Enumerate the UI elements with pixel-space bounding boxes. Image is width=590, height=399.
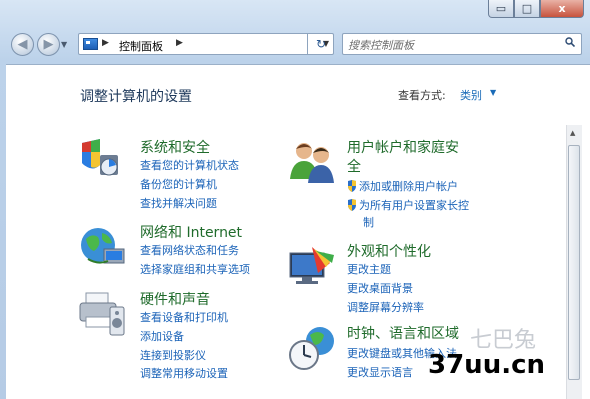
back-arrow-icon: ◀ [17,37,28,52]
link-change-desktop-background[interactable]: 更改桌面背景 [347,280,413,296]
category-network-title[interactable]: 网络和 Internet [140,222,242,242]
maximize-icon: □ [521,2,533,15]
category-appearance-title[interactable]: 外观和个性化 [347,241,431,261]
category-hardware-sound-title[interactable]: 硬件和声音 [140,289,210,309]
link-add-remove-accounts[interactable]: 添加或删除用户帐户 [347,178,458,194]
link-adjust-screen-resolution[interactable]: 调整屏幕分辨率 [347,299,424,315]
view-by-label: 查看方式: [398,89,446,102]
user-accounts-icon [290,143,334,183]
search-icon[interactable] [565,37,575,47]
link-parental-controls[interactable]: 为所有用户设置家长控 [347,197,469,213]
minimize-button[interactable]: ▭ [488,0,514,18]
forward-button[interactable]: ▶ [37,33,60,56]
refresh-icon: ↻ [315,37,327,51]
view-by-dropdown-icon[interactable]: ▼ [490,88,496,97]
appearance-personalization-icon [289,247,334,284]
printer-icon [79,292,125,336]
refresh-button[interactable]: ↻ [307,33,334,55]
breadcrumb-separator[interactable]: ▶ [176,38,183,48]
link-homegroup-sharing[interactable]: 选择家庭组和共享选项 [140,261,250,277]
scrollbar-thumb[interactable] [568,145,580,380]
watermark-text: 37uu.cn [428,350,545,380]
vertical-scrollbar[interactable]: ▲ [566,125,582,399]
category-system-security-title[interactable]: 系统和安全 [140,137,210,157]
forward-arrow-icon: ▶ [43,37,54,52]
search-input[interactable] [346,36,560,54]
link-add-device[interactable]: 添加设备 [140,328,184,344]
maximize-button[interactable]: □ [514,0,540,18]
link-parental-controls-cont[interactable]: 制 [363,214,374,230]
address-bar[interactable]: ▶ 控制面板 ▶ ▼ [78,33,334,55]
close-button[interactable]: x [540,0,584,18]
link-find-fix-problems[interactable]: 查找并解决问题 [140,195,217,211]
view-by-selector[interactable]: 类别 [460,87,482,103]
link-network-status[interactable]: 查看网络状态和任务 [140,242,239,258]
recent-pages-dropdown[interactable]: ▼ [61,40,67,49]
link-parental-controls-label: 为所有用户设置家长控 [359,199,469,212]
close-icon: x [558,2,566,15]
category-user-accounts-title[interactable]: 用户帐户和家庭安 [347,137,459,157]
minimize-icon: ▭ [495,2,507,15]
network-globe-icon [81,228,125,264]
link-add-remove-accounts-label: 添加或删除用户帐户 [359,180,458,193]
link-connect-projector[interactable]: 连接到投影仪 [140,347,206,363]
breadcrumb-control-panel[interactable]: 控制面板 [119,38,163,54]
back-button[interactable]: ◀ [11,33,34,56]
link-devices-printers[interactable]: 查看设备和打印机 [140,309,228,325]
control-panel-icon [83,38,98,50]
window-caption-buttons: ▭ □ x [488,0,584,20]
control-panel-window: ▭ □ x ◀ ▶ ▼ ▶ 控制面板 ▶ ▼ ↻ 调整计算机的设置 查看方式: … [0,0,590,399]
uac-shield-icon [348,199,356,211]
system-security-icon [82,139,118,176]
uac-shield-icon [348,180,356,192]
link-view-computer-status[interactable]: 查看您的计算机状态 [140,157,239,173]
category-user-accounts-title-cont[interactable]: 全 [347,156,361,176]
search-box[interactable] [342,33,582,55]
link-change-display-language[interactable]: 更改显示语言 [347,364,413,380]
link-backup-computer[interactable]: 备份您的计算机 [140,176,217,192]
page-title: 调整计算机的设置 [80,89,192,105]
breadcrumb-separator[interactable]: ▶ [102,38,109,48]
scroll-up-arrow-icon[interactable]: ▲ [570,129,575,137]
link-mobility-settings[interactable]: 调整常用移动设置 [140,365,228,381]
clock-language-region-icon [289,327,334,370]
link-change-theme[interactable]: 更改主题 [347,261,391,277]
category-clock-language-title[interactable]: 时钟、语言和区域 [347,323,459,343]
